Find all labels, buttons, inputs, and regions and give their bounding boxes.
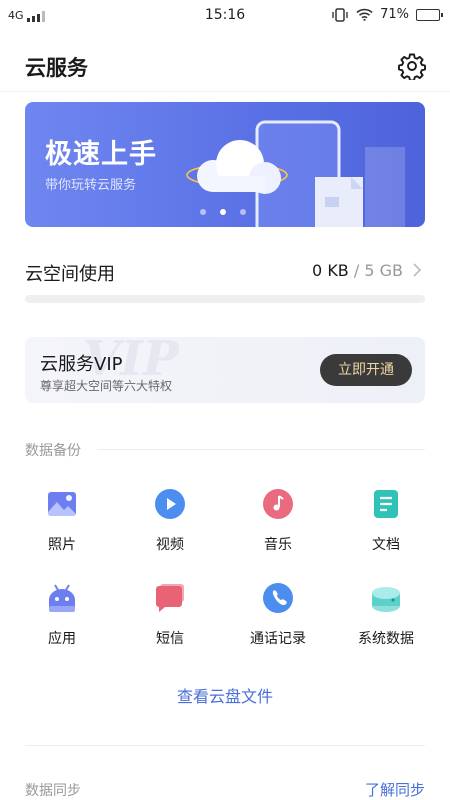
backup-item-documents[interactable]: 文档 <box>332 488 440 558</box>
music-icon <box>263 489 293 519</box>
app-header: 云服务 <box>0 40 450 92</box>
backup-section-title: 数据备份 <box>25 443 81 459</box>
storage-usage-row[interactable]: 云空间使用 0 KB / 5 GB <box>25 255 425 305</box>
backup-item-apps[interactable]: 应用 <box>8 582 116 652</box>
carousel-indicator <box>200 209 246 215</box>
view-cloud-files-link[interactable]: 查看云盘文件 <box>0 683 450 707</box>
vip-card[interactable]: VIP 云服务VIP 尊享超大空间等六大特权 立即开通 <box>25 337 425 403</box>
backup-item-label: 照片 <box>48 537 76 553</box>
backup-item-sms[interactable]: 短信 <box>116 582 224 652</box>
vip-subtitle: 尊享超大空间等六大特权 <box>40 379 173 393</box>
promo-banner[interactable]: 极速上手 带你玩转云服务 <box>25 102 425 227</box>
backup-item-label: 短信 <box>156 631 184 647</box>
status-bar: 4G 15:16 71% <box>0 0 450 32</box>
backup-item-label: 应用 <box>48 631 76 647</box>
backup-item-music[interactable]: 音乐 <box>224 488 332 558</box>
backup-item-label: 文档 <box>372 537 400 553</box>
backup-item-videos[interactable]: 视频 <box>116 488 224 558</box>
backup-item-call-log[interactable]: 通话记录 <box>224 582 332 652</box>
battery-percent: 71% <box>380 7 409 22</box>
carousel-dot-active[interactable] <box>220 209 226 215</box>
divider <box>25 745 425 746</box>
storage-used: 0 KB <box>312 261 349 280</box>
backup-item-label: 视频 <box>156 537 184 553</box>
backup-item-label: 通话记录 <box>250 631 306 647</box>
backup-item-label: 系统数据 <box>358 631 414 647</box>
sync-section-title: 数据同步 <box>25 783 81 799</box>
storage-label: 云空间使用 <box>25 264 115 285</box>
storage-progress-bar <box>25 295 425 303</box>
banner-title: 极速上手 <box>45 139 157 170</box>
battery-icon <box>416 8 443 21</box>
status-icons: 71% <box>331 7 443 22</box>
storage-separator: / <box>353 261 360 280</box>
divider <box>97 449 425 450</box>
chevron-right-icon <box>413 263 422 277</box>
banner-subtitle: 带你玩转云服务 <box>45 178 137 193</box>
app-icon <box>49 584 75 612</box>
learn-sync-link[interactable]: 了解同步 <box>365 779 425 800</box>
document-icon <box>374 490 398 518</box>
vip-title: 云服务VIP <box>40 354 123 375</box>
sms-icon <box>156 584 184 612</box>
backup-section-header: 数据备份 <box>25 440 425 460</box>
settings-gear-icon[interactable] <box>398 52 426 80</box>
page-title: 云服务 <box>25 56 88 80</box>
backup-item-photos[interactable]: 照片 <box>8 488 116 558</box>
storage-value: 0 KB / 5 GB <box>312 261 403 280</box>
wifi-icon <box>356 8 373 21</box>
backup-item-system-data[interactable]: 系统数据 <box>332 582 440 652</box>
carousel-dot[interactable] <box>200 209 206 215</box>
video-icon <box>155 489 185 519</box>
carousel-dot[interactable] <box>240 209 246 215</box>
call-log-icon <box>263 583 293 613</box>
backup-item-label: 音乐 <box>264 537 292 553</box>
vibrate-icon <box>332 7 348 22</box>
system-data-icon <box>372 587 400 612</box>
storage-total: 5 GB <box>364 261 403 280</box>
photo-icon <box>48 492 76 517</box>
vip-activate-button[interactable]: 立即开通 <box>320 354 412 386</box>
